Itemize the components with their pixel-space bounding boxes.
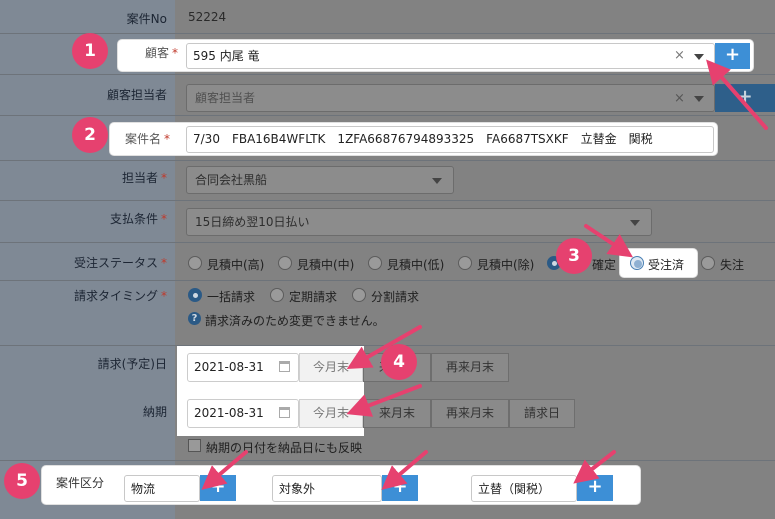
arrow-received-order [584, 224, 633, 258]
arrow-delivery-this-month [346, 384, 422, 417]
arrow-target-plus [381, 450, 428, 490]
arrow-advance-plus [573, 450, 616, 484]
arrow-logistics-plus [201, 450, 248, 490]
annotation-arrows [201, 59, 768, 490]
arrow-customer-dropdown [706, 59, 768, 130]
arrow-billing-this-month [346, 325, 422, 369]
